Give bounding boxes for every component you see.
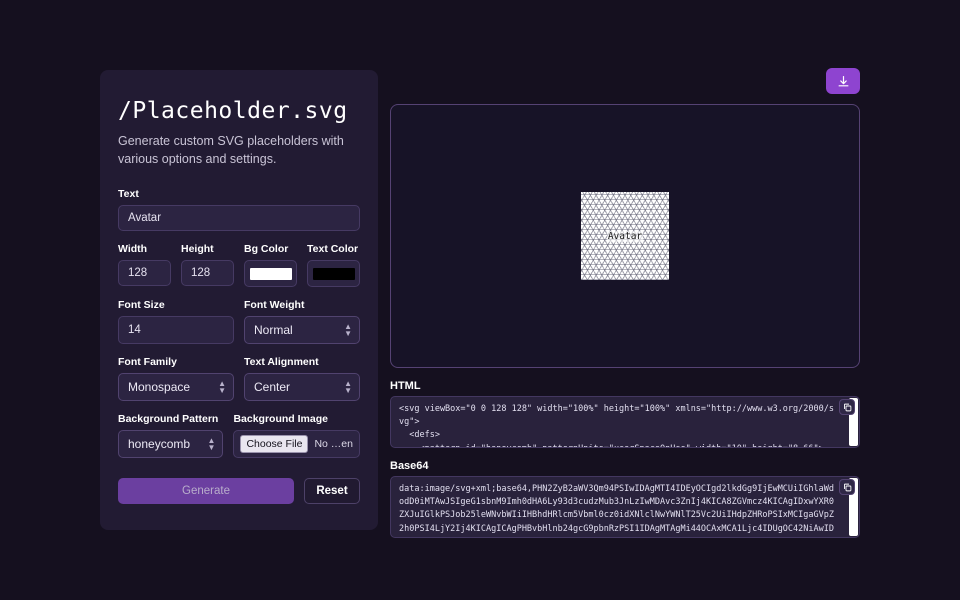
settings-panel: /Placeholder.svg Generate custom SVG pla… bbox=[100, 70, 378, 530]
font-size-label: Font Size bbox=[118, 299, 165, 312]
choose-file-button[interactable]: Choose File bbox=[240, 435, 309, 454]
download-button[interactable] bbox=[826, 68, 860, 94]
height-input[interactable] bbox=[181, 260, 234, 287]
text-alignment-label: Text Alignment bbox=[244, 356, 319, 369]
bg-color-picker[interactable] bbox=[244, 260, 297, 288]
text-input[interactable] bbox=[118, 205, 360, 232]
base64-output-code[interactable]: data:image/svg+xml;base64,PHN2ZyB2aWV3Qm… bbox=[390, 476, 860, 538]
text-alignment-select[interactable]: Center bbox=[244, 373, 360, 402]
height-field-label: Height bbox=[181, 243, 214, 256]
html-output-code[interactable]: <svg viewBox="0 0 128 128" width="100%" … bbox=[390, 396, 860, 448]
page-title: /Placeholder.svg bbox=[118, 98, 348, 124]
background-image-label: Background Image bbox=[233, 413, 328, 426]
copy-base64-button[interactable] bbox=[839, 479, 855, 495]
app-root: /Placeholder.svg Generate custom SVG pla… bbox=[0, 0, 960, 600]
placeholder-preview-text: Avatar bbox=[606, 230, 644, 242]
copy-icon bbox=[843, 483, 851, 491]
width-field-label: Width bbox=[118, 243, 148, 256]
width-input[interactable] bbox=[118, 260, 171, 287]
font-size-input[interactable] bbox=[118, 316, 234, 345]
file-name-text: No …en bbox=[314, 438, 353, 451]
font-family-select[interactable]: Monospace bbox=[118, 373, 234, 402]
font-weight-label: Font Weight bbox=[244, 299, 305, 312]
preview-area: Avatar bbox=[390, 104, 860, 368]
text-field-label: Text bbox=[118, 188, 139, 201]
page-subtitle: Generate custom SVG placeholders with va… bbox=[118, 134, 344, 167]
background-image-file-input[interactable]: Choose File No …en bbox=[233, 430, 360, 459]
background-pattern-select[interactable]: honeycomb bbox=[118, 430, 224, 459]
reset-button[interactable]: Reset bbox=[304, 478, 360, 505]
output-panel: Avatar HTML <svg viewBox="0 0 128 128" w… bbox=[390, 68, 860, 538]
text-color-picker[interactable] bbox=[307, 260, 360, 288]
copy-icon bbox=[843, 403, 851, 411]
bg-color-swatch bbox=[249, 267, 292, 280]
download-icon bbox=[838, 75, 848, 86]
base64-output-label: Base64 bbox=[390, 460, 429, 472]
font-weight-select[interactable]: Normal bbox=[244, 316, 360, 345]
html-output-wrap: <svg viewBox="0 0 128 128" width="100%" … bbox=[390, 396, 860, 448]
base64-output-wrap: data:image/svg+xml;base64,PHN2ZyB2aWV3Qm… bbox=[390, 476, 860, 538]
html-output-label: HTML bbox=[390, 380, 421, 392]
font-family-label: Font Family bbox=[118, 356, 177, 369]
bg-color-label: Bg Color bbox=[244, 243, 289, 256]
background-pattern-label: Background Pattern bbox=[118, 413, 219, 426]
text-color-label: Text Color bbox=[307, 243, 359, 256]
text-color-swatch bbox=[312, 267, 355, 280]
copy-html-button[interactable] bbox=[839, 399, 855, 415]
generate-button[interactable]: Generate bbox=[118, 478, 294, 505]
placeholder-preview-image: Avatar bbox=[581, 192, 669, 280]
